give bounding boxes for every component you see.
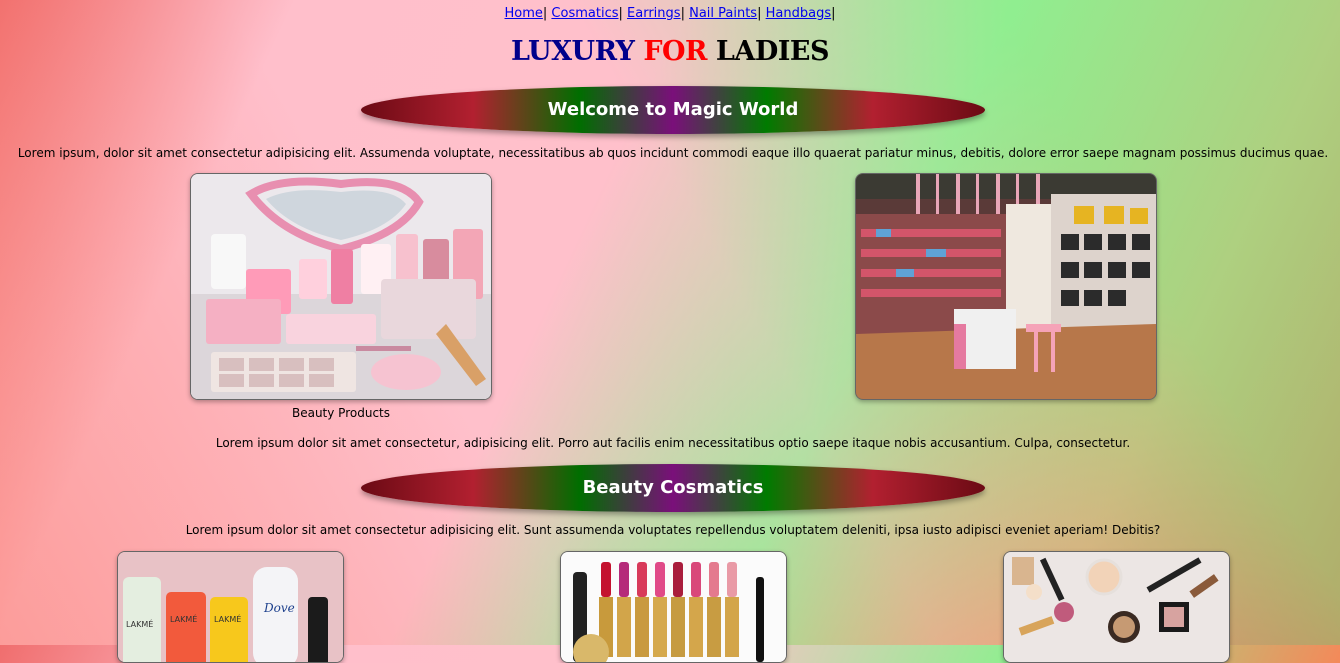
nav-link-nail-paints[interactable]: Nail Paints [689,6,757,21]
svg-text:LAKMÉ: LAKMÉ [170,613,197,624]
cosmatics-intro-text: Lorem ipsum dolor sit amet consectetur a… [185,523,1161,537]
makeup-flatlay-photo-graphic [1004,552,1229,662]
nav-separator: | [757,6,762,21]
lipsticks-photo [560,551,787,663]
skincare-products-photo-graphic: LAKMÉ LAKMÉ LAKMÉ Dove [118,552,343,662]
skincare-products-photo: LAKMÉ LAKMÉ LAKMÉ Dove [117,551,344,663]
handbag-store-photo-graphic [856,174,1156,399]
welcome-intro-text: Lorem ipsum, dolor sit amet consectetur … [17,146,1329,160]
handbag-store-photo [855,173,1157,400]
beauty-products-photo-graphic [191,174,491,399]
svg-text:Dove: Dove [263,601,295,615]
beauty-products-caption: Beauty Products [291,406,390,420]
lipsticks-photo-graphic [561,552,786,662]
nav-link-handbags[interactable]: Handbags [766,6,831,21]
nav-separator: | [831,6,836,21]
nav-separator: | [680,6,685,21]
nav-link-cosmatics[interactable]: Cosmatics [551,6,618,21]
makeup-flatlay-photo [1003,551,1230,663]
nav-link-earrings[interactable]: Earrings [627,6,681,21]
nav-separator: | [618,6,623,21]
top-nav: Home| Cosmatics| Earrings| Nail Paints| … [0,6,1340,21]
title-word-for: FOR [643,36,707,67]
svg-text:LAKMÉ: LAKMÉ [214,613,241,624]
beauty-cosmatics-banner: Beauty Cosmatics [361,464,985,512]
title-word-luxury: LUXURY [511,36,635,67]
svg-text:LAKMÉ: LAKMÉ [126,618,153,629]
title-word-ladies: LADIES [715,36,830,67]
page-title: LUXURY FOR LADIES [0,36,1340,67]
beauty-products-photo [190,173,492,400]
nav-link-home[interactable]: Home [505,6,543,21]
welcome-outro-text: Lorem ipsum dolor sit amet consectetur, … [215,436,1131,450]
nav-separator: | [542,6,548,21]
welcome-banner: Welcome to Magic World [361,86,985,134]
